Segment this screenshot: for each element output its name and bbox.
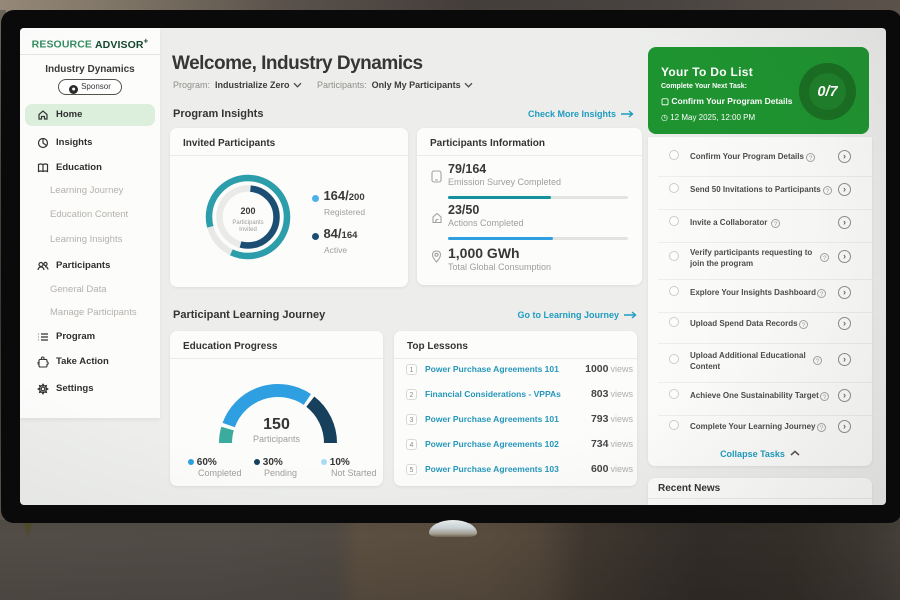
svg-text:Participants: Participants: [232, 220, 263, 226]
svg-text:Invited: Invited: [239, 227, 257, 233]
svg-text:200: 200: [240, 206, 255, 216]
